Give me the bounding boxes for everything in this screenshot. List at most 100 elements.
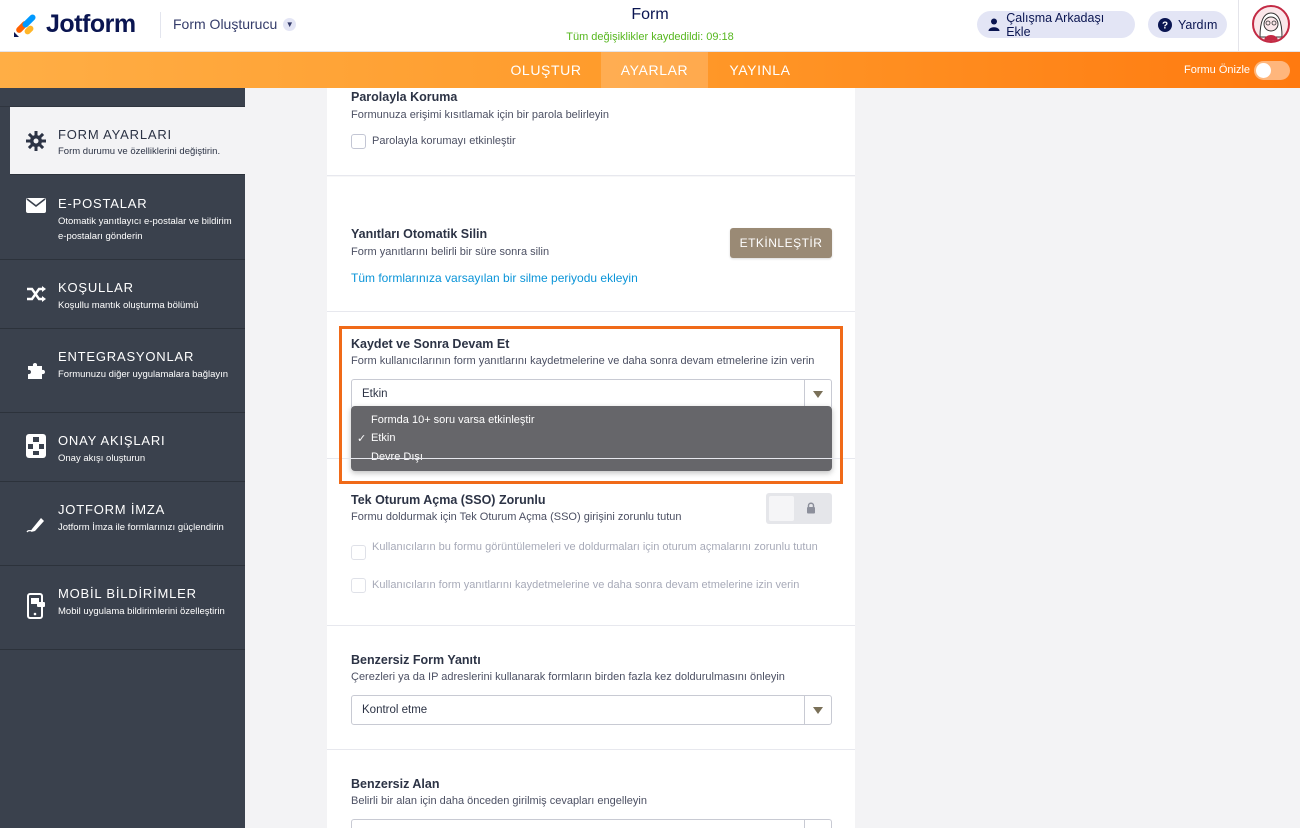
save-continue-select[interactable]: Etkin bbox=[351, 379, 832, 409]
sidebar-item-desc: Formunuzu diğer uygulamalara bağlayın bbox=[58, 369, 229, 380]
unique-field-title: Benzersiz Alan bbox=[351, 777, 440, 791]
section-divider bbox=[327, 458, 855, 459]
puzzle-icon bbox=[24, 358, 48, 382]
toggle-knob bbox=[769, 496, 794, 521]
sso-desc: Formu doldurmak için Tek Oturum Açma (SS… bbox=[351, 511, 682, 523]
section-divider bbox=[327, 625, 855, 626]
dropdown-arrow-icon bbox=[804, 696, 831, 724]
top-bar: Jotform Form Oluşturucu ▼ Form Tüm değiş… bbox=[0, 0, 1300, 52]
form-preview-toggle[interactable]: Formu Önizle bbox=[1184, 52, 1291, 88]
password-checkbox[interactable] bbox=[351, 134, 366, 149]
unique-submission-title: Benzersiz Form Yanıtı bbox=[351, 653, 481, 667]
sidebar-item-title: KOŞULLAR bbox=[58, 280, 134, 295]
unique-submission-selected: Kontrol etme bbox=[362, 704, 428, 716]
password-desc: Formunuza erişimi kısıtlamak için bir pa… bbox=[351, 109, 609, 121]
logo-text: Jotform bbox=[46, 10, 136, 38]
sidebar-item-desc: Onay akışı oluşturun bbox=[58, 453, 146, 464]
svg-text:?: ? bbox=[1162, 20, 1168, 31]
password-checkbox-row[interactable]: Parolayla korumayı etkinleştir bbox=[351, 134, 516, 149]
sso-option-1-row: Kullanıcıların bu formu görüntülemeleri … bbox=[351, 538, 821, 560]
main-nav: OLUŞTUR AYARLAR YAYINLA Formu Önizle bbox=[0, 52, 1300, 88]
save-continue-selected: Etkin bbox=[362, 388, 388, 400]
section-gap bbox=[327, 176, 855, 177]
enable-auto-delete-button[interactable]: ETKİNLEŞTİR bbox=[730, 228, 832, 258]
sso-option-1-checkbox bbox=[351, 545, 366, 560]
dropdown-arrow-icon bbox=[804, 380, 831, 408]
shuffle-icon bbox=[24, 282, 48, 306]
sidebar-item-title: MOBİL BİLDİRİMLER bbox=[58, 586, 197, 601]
gear-icon bbox=[24, 129, 48, 153]
unique-field-desc: Belirli bir alan için daha önceden giril… bbox=[351, 795, 647, 807]
help-button[interactable]: ? Yardım bbox=[1148, 11, 1227, 38]
form-builder-dropdown[interactable]: Form Oluşturucu ▼ bbox=[173, 16, 297, 32]
dropdown-option[interactable]: Devre Dışı bbox=[371, 451, 423, 463]
save-continue-title: Kaydet ve Sonra Devam Et bbox=[351, 337, 510, 351]
dropdown-arrow-icon bbox=[804, 820, 831, 828]
sidebar-item-desc: Mobil uygulama bildirimlerini özelleştir… bbox=[58, 606, 225, 617]
tab-olustur[interactable]: OLUŞTUR bbox=[497, 52, 595, 88]
sidebar-item-title: ONAY AKIŞLARI bbox=[58, 433, 166, 448]
add-teammate-label: Çalışma Arkadaşı Ekle bbox=[1006, 10, 1105, 39]
sso-locked-toggle[interactable] bbox=[766, 493, 832, 524]
unique-field-select[interactable] bbox=[351, 819, 832, 828]
section-divider bbox=[327, 749, 855, 750]
header-divider bbox=[160, 12, 161, 38]
auto-delete-title: Yanıtları Otomatik Silin bbox=[351, 227, 488, 241]
unique-submission-select[interactable]: Kontrol etme bbox=[351, 695, 832, 725]
sidebar-item-desc: Otomatik yanıtlayıcı e-postalar ve bildi… bbox=[58, 216, 232, 242]
flow-icon bbox=[24, 434, 48, 458]
save-continue-dropdown-menu: Formda 10+ soru varsa etkinleştir ✓ Etki… bbox=[351, 406, 832, 471]
sidebar-item-title: JOTFORM İMZA bbox=[58, 502, 166, 517]
mobile-icon bbox=[24, 593, 48, 619]
chevron-down-icon: ▼ bbox=[283, 17, 297, 31]
sidebar-top-spacer bbox=[0, 88, 245, 107]
dropdown-option[interactable]: Formda 10+ soru varsa etkinleştir bbox=[371, 414, 535, 426]
sidebar-item-form-settings[interactable]: FORM AYARLARI Form durumu ve özellikleri… bbox=[10, 107, 245, 175]
tab-yayinla[interactable]: YAYINLA bbox=[714, 52, 806, 88]
auto-delete-desc: Form yanıtlarını belirli bir süre sonra … bbox=[351, 246, 550, 258]
unique-submission-desc: Çerezleri ya da IP adreslerini kullanara… bbox=[351, 671, 785, 683]
sidebar-item-integrations[interactable]: ENTEGRASYONLAR Formunuzu diğer uygulamal… bbox=[0, 329, 245, 413]
avatar[interactable] bbox=[1252, 5, 1290, 43]
section-divider bbox=[327, 311, 855, 312]
settings-sidebar: FORM AYARLARI Form durumu ve özellikleri… bbox=[0, 88, 245, 828]
user-icon bbox=[987, 18, 1000, 32]
preview-label: Formu Önizle bbox=[1184, 64, 1251, 76]
sidebar-item-title: FORM AYARLARI bbox=[58, 127, 172, 142]
sidebar-item-mobile-notifications[interactable]: MOBİL BİLDİRİMLER Mobil uygulama bildiri… bbox=[0, 566, 245, 650]
sidebar-item-title: ENTEGRASYONLAR bbox=[58, 349, 195, 364]
default-delete-period-link[interactable]: Tüm formlarınıza varsayılan bir silme pe… bbox=[351, 271, 638, 285]
question-icon: ? bbox=[1158, 17, 1172, 32]
dropdown-option-label: Etkin bbox=[371, 432, 396, 444]
pen-icon bbox=[24, 512, 48, 536]
help-label: Yardım bbox=[1178, 17, 1218, 32]
preview-switch[interactable] bbox=[1254, 60, 1291, 80]
settings-panel: Parolayla Koruma Formunuza erişimi kısıt… bbox=[327, 88, 855, 828]
password-title: Parolayla Koruma bbox=[351, 90, 458, 104]
sso-option-2-label: Kullanıcıların form yanıtlarını kaydetme… bbox=[372, 579, 800, 591]
sidebar-item-desc: Koşullu mantık oluşturma bölümü bbox=[58, 300, 199, 311]
sso-option-2-checkbox bbox=[351, 578, 366, 593]
envelope-icon bbox=[24, 193, 48, 217]
sso-option-2-row: Kullanıcıların form yanıtlarını kaydetme… bbox=[351, 578, 799, 593]
sso-title: Tek Oturum Açma (SSO) Zorunlu bbox=[351, 493, 546, 507]
jotform-logo[interactable]: Jotform bbox=[12, 10, 136, 39]
password-checkbox-label: Parolayla korumayı etkinleştir bbox=[372, 135, 516, 147]
sidebar-item-desc: Form durumu ve özelliklerini değiştirin. bbox=[58, 146, 221, 157]
lock-icon bbox=[806, 501, 816, 519]
sidebar-item-emails[interactable]: E-POSTALAR Otomatik yanıtlayıcı e-postal… bbox=[0, 176, 245, 260]
add-teammate-button[interactable]: Çalışma Arkadaşı Ekle bbox=[977, 10, 1135, 39]
sidebar-item-approval-flows[interactable]: ONAY AKIŞLARI Onay akışı oluşturun bbox=[0, 413, 245, 482]
save-continue-desc: Form kullanıcılarının form yanıtlarını k… bbox=[351, 355, 815, 367]
dropdown-option-selected[interactable]: ✓ Etkin bbox=[357, 432, 396, 445]
sidebar-item-conditions[interactable]: KOŞULLAR Koşullu mantık oluşturma bölümü bbox=[0, 260, 245, 329]
sso-option-1-label: Kullanıcıların bu formu görüntülemeleri … bbox=[372, 541, 818, 553]
sidebar-item-jotform-sign[interactable]: JOTFORM İMZA Jotform İmza ile formlarını… bbox=[0, 482, 245, 566]
builder-label: Form Oluşturucu bbox=[173, 16, 278, 32]
jotform-logo-icon bbox=[12, 12, 38, 38]
avatar-area bbox=[1238, 0, 1300, 52]
check-icon: ✓ bbox=[357, 433, 367, 445]
tab-ayarlar[interactable]: AYARLAR bbox=[601, 52, 708, 88]
sidebar-item-title: E-POSTALAR bbox=[58, 196, 148, 211]
sidebar-item-desc: Jotform İmza ile formlarınızı güçlendiri… bbox=[58, 522, 224, 533]
